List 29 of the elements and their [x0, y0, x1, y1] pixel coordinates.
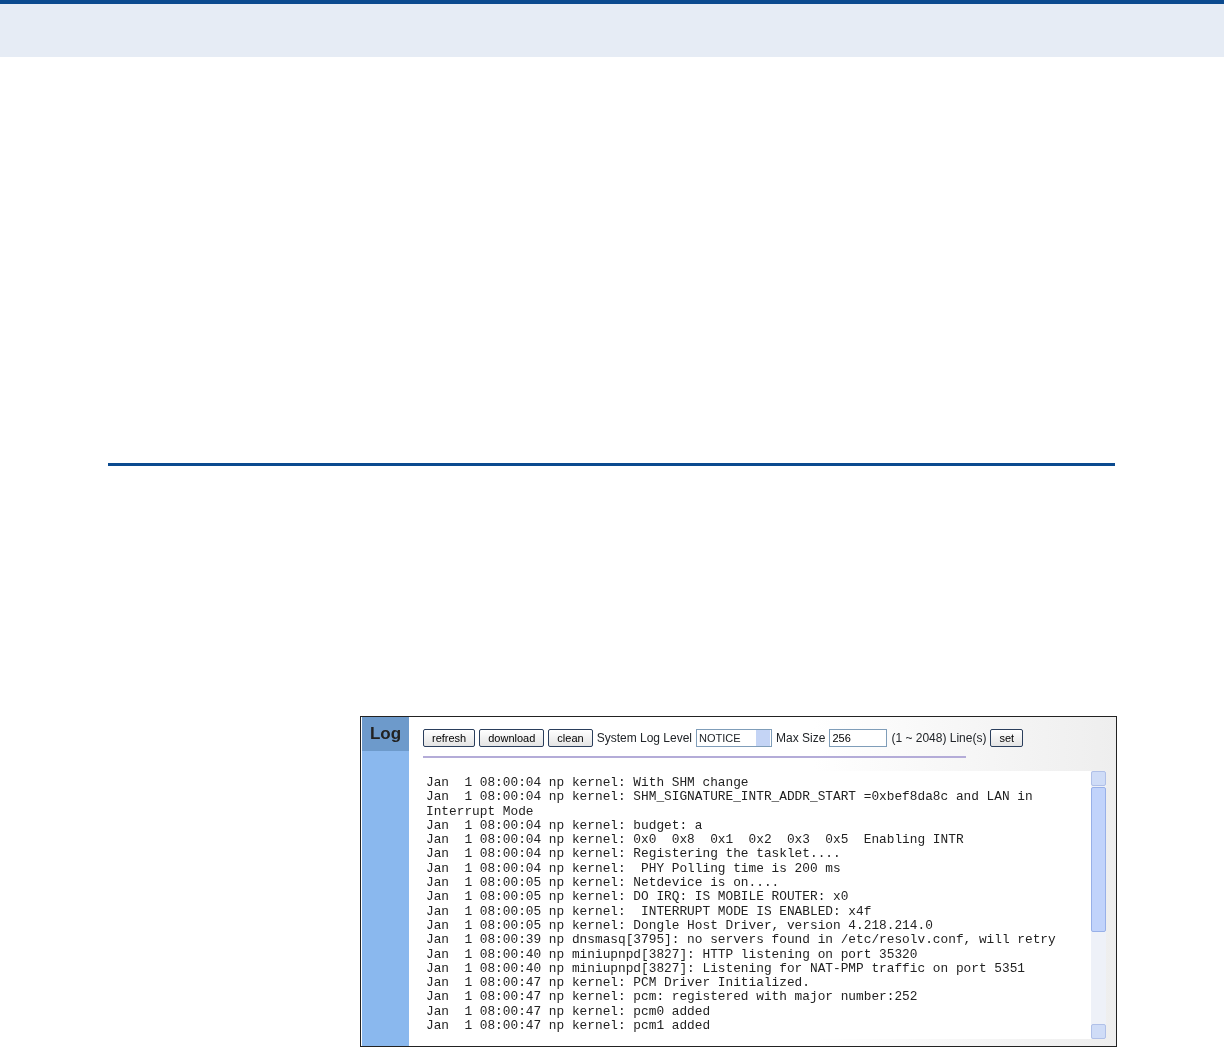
- scrollbar[interactable]: [1091, 771, 1106, 1039]
- log-line: Jan 1 08:00:05 np kernel: DO IRQ: IS MOBILE ROUTER: x0: [426, 890, 850, 905]
- log-line: Jan 1 08:00:04 np kernel: PHY Polling time is 200 ms: [426, 861, 842, 877]
- log-line: Jan 1 08:00:40 np miniupnpd[3827]: HTTP listening on port 35320: [426, 947, 919, 962]
- range-label: (1 ~ 2048) Line(s): [891, 730, 987, 747]
- log-line: Jan 1 08:00:04 np kernel: budget: a: [426, 818, 704, 834]
- log-line: Jan 1 08:00:47 np kernel: pcm: registered with major number:252: [426, 990, 919, 1005]
- panel-title: Log: [362, 717, 409, 751]
- clean-button[interactable]: clean: [548, 729, 593, 747]
- refresh-button[interactable]: refresh: [423, 729, 476, 747]
- download-button[interactable]: download: [479, 729, 545, 747]
- log-line: Jan 1 08:00:05 np kernel: INTERRUPT MODE IS ENABLED: x4f: [426, 904, 873, 919]
- log-level-label: System Log Level: [596, 730, 693, 747]
- log-line: Jan 1 08:00:40 np miniupnpd[3827]: Listening for NAT-PMP traffic on port 5351: [426, 961, 1026, 977]
- set-button[interactable]: set: [990, 729, 1024, 747]
- max-size-field[interactable]: 256: [829, 729, 888, 747]
- log-line: Jan 1 08:00:04 np kernel: Registering the tasklet....: [426, 847, 842, 862]
- log-line: Jan 1 08:00:47 np kernel: pcm1 added: [426, 1019, 712, 1034]
- log-level-dropdown[interactable]: NOTICE: [696, 729, 773, 747]
- log-line: Jan 1 08:00:47 np kernel: pcm0 added: [426, 1004, 712, 1020]
- log-line: Jan 1 08:00:47 np kernel: PCM Driver Initialized.: [426, 976, 811, 991]
- log-line: Jan 1 08:00:05 np kernel: Netdevice is on....: [426, 876, 781, 891]
- log-line: Jan 1 08:00:04 np kernel: SHM_SIGNATURE_INTR_ADDR_START =0xbef8da8c and LAN in Interrupt Mode: [426, 790, 1034, 819]
- log-line: Jan 1 08:00:04 np kernel: 0x0 0x8 0x1 0x2 0x3 0x5 Enabling INTR: [426, 833, 965, 848]
- log-line: Jan 1 08:00:39 np dnsmasq[3795]: no servers found in /etc/resolv.conf, will retry: [426, 933, 1057, 948]
- max-size-label: Max Size: [776, 730, 826, 747]
- log-line: Jan 1 08:00:04 np kernel: With SHM change: [426, 776, 750, 791]
- scroll-thumb[interactable]: [1091, 787, 1106, 932]
- log-line: Jan 1 08:00:05 np kernel: Dongle Host Driver, version 4.218.214.0: [426, 918, 934, 934]
